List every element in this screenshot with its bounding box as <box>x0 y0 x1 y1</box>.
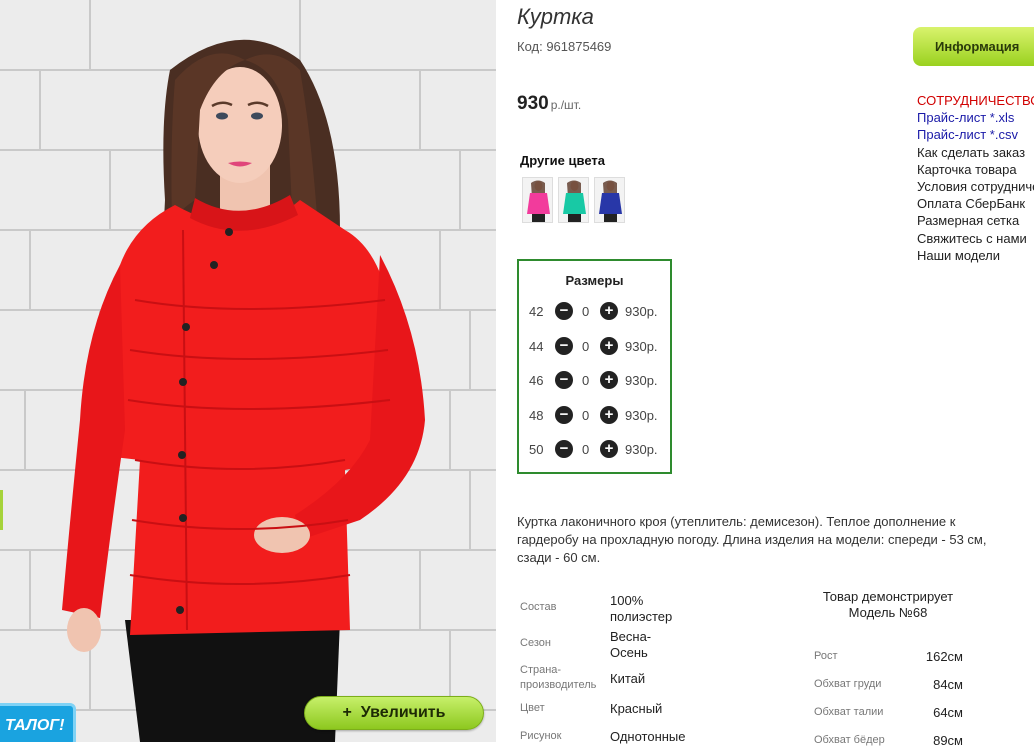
size-price: 930р. <box>625 373 658 388</box>
size-price: 930р. <box>625 442 658 457</box>
catalog-tab[interactable]: ТАЛОГ! <box>0 703 76 742</box>
size-row: 50 − 0 + 930р. <box>519 440 670 460</box>
measurement-label: Обхват талии <box>814 706 884 718</box>
model-title-line-2: Модель №68 <box>848 605 928 620</box>
plus-icon[interactable]: + <box>600 440 618 458</box>
size-label: 42 <box>529 304 544 319</box>
measurement-value: 64см <box>933 705 963 720</box>
link-product-card[interactable]: Карточка товара <box>917 161 1034 178</box>
size-row: 48 − 0 + 930р. <box>519 406 670 426</box>
color-variant-mint[interactable] <box>558 177 589 223</box>
minus-icon[interactable]: − <box>555 337 573 355</box>
left-edge-accent <box>0 490 3 530</box>
measurement-label: Рост <box>814 650 838 662</box>
size-quantity[interactable]: 0 <box>582 304 589 319</box>
link-our-models[interactable]: Наши модели <box>917 247 1034 264</box>
measurement-value: 84см <box>933 677 963 692</box>
attr-value-composition-1: 100% <box>610 593 644 608</box>
attr-label-season: Сезон <box>520 637 551 649</box>
plus-icon: + <box>342 704 352 721</box>
size-label: 48 <box>529 408 544 423</box>
size-quantity[interactable]: 0 <box>582 408 589 423</box>
attr-label-country-2: производитель <box>520 679 597 691</box>
price-value: 930 <box>517 93 549 114</box>
measurement-label: Обхват груди <box>814 678 882 690</box>
other-colors-title: Другие цвета <box>520 153 605 168</box>
brick-wall-background <box>0 0 496 742</box>
product-photo[interactable]: ТАЛОГ! + Увеличить <box>0 0 496 742</box>
zoom-label: Увеличить <box>360 704 446 721</box>
attr-label-color: Цвет <box>520 702 545 714</box>
product-title: Куртка <box>517 4 594 29</box>
size-price: 930р. <box>625 304 658 319</box>
price-unit: р./шт. <box>550 98 582 112</box>
plus-icon[interactable]: + <box>600 337 618 355</box>
link-size-chart[interactable]: Размерная сетка <box>917 212 1034 229</box>
link-terms[interactable]: Условия сотрудничества <box>917 178 1034 195</box>
product-code: Код: 961875469 <box>517 39 612 54</box>
link-price-csv[interactable]: Прайс-лист *.csv <box>917 126 1034 143</box>
sidebar-links: СОТРУДНИЧЕСТВО Прайс-лист *.xls Прайс-ли… <box>917 92 1034 264</box>
model-title: Товар демонстрирует Модель №68 <box>808 589 968 621</box>
size-quantity[interactable]: 0 <box>582 373 589 388</box>
attr-label-pattern: Рисунок <box>520 730 562 742</box>
size-row: 44 − 0 + 930р. <box>519 337 670 357</box>
minus-icon[interactable]: − <box>555 302 573 320</box>
minus-icon[interactable]: − <box>555 371 573 389</box>
plus-icon[interactable]: + <box>600 406 618 424</box>
color-variant-pink[interactable] <box>522 177 553 223</box>
size-quantity[interactable]: 0 <box>582 442 589 457</box>
measurement-label: Обхват бёдер <box>814 734 885 746</box>
plus-icon[interactable]: + <box>600 371 618 389</box>
product-description: Куртка лаконичного кроя (утеплитель: дем… <box>517 514 987 565</box>
size-price: 930р. <box>625 408 658 423</box>
size-quantity[interactable]: 0 <box>582 339 589 354</box>
color-variant-blue[interactable] <box>594 177 625 223</box>
sizes-box: Размеры 42 − 0 + 930р. 44 − 0 + 930р. 46… <box>517 259 672 474</box>
sizes-title: Размеры <box>565 273 624 288</box>
minus-icon[interactable]: − <box>555 440 573 458</box>
size-price: 930р. <box>625 339 658 354</box>
link-sberbank-payment[interactable]: Оплата СберБанк <box>917 195 1034 212</box>
plus-icon[interactable]: + <box>600 302 618 320</box>
size-label: 44 <box>529 339 544 354</box>
attr-value-season-1: Весна- <box>610 629 652 644</box>
attr-value-country: Китай <box>610 671 646 686</box>
other-colors-list <box>522 177 625 223</box>
attr-value-color: Красный <box>610 701 663 716</box>
size-row: 46 − 0 + 930р. <box>519 371 670 391</box>
attr-label-composition: Состав <box>520 601 557 613</box>
attr-value-composition-2: полиэстер <box>610 609 673 624</box>
model-title-line-1: Товар демонстрирует <box>822 589 954 604</box>
link-how-to-order[interactable]: Как сделать заказ <box>917 144 1034 161</box>
measurement-value: 162см <box>925 649 963 664</box>
link-cooperation[interactable]: СОТРУДНИЧЕСТВО <box>917 92 1034 109</box>
link-price-xls[interactable]: Прайс-лист *.xls <box>917 109 1034 126</box>
size-row: 42 − 0 + 930р. <box>519 302 670 322</box>
product-price: 930 р./шт. <box>517 93 581 115</box>
size-label: 46 <box>529 373 544 388</box>
attr-value-season-2: Осень <box>610 645 648 660</box>
measurement-value: 89см <box>933 733 963 748</box>
minus-icon[interactable]: − <box>555 406 573 424</box>
info-tab[interactable]: Информация <box>913 27 1034 66</box>
attr-label-country-1: Страна- <box>520 664 562 676</box>
size-label: 50 <box>529 442 544 457</box>
link-contact[interactable]: Свяжитесь с нами <box>917 230 1034 247</box>
zoom-button[interactable]: + Увеличить <box>304 696 484 730</box>
